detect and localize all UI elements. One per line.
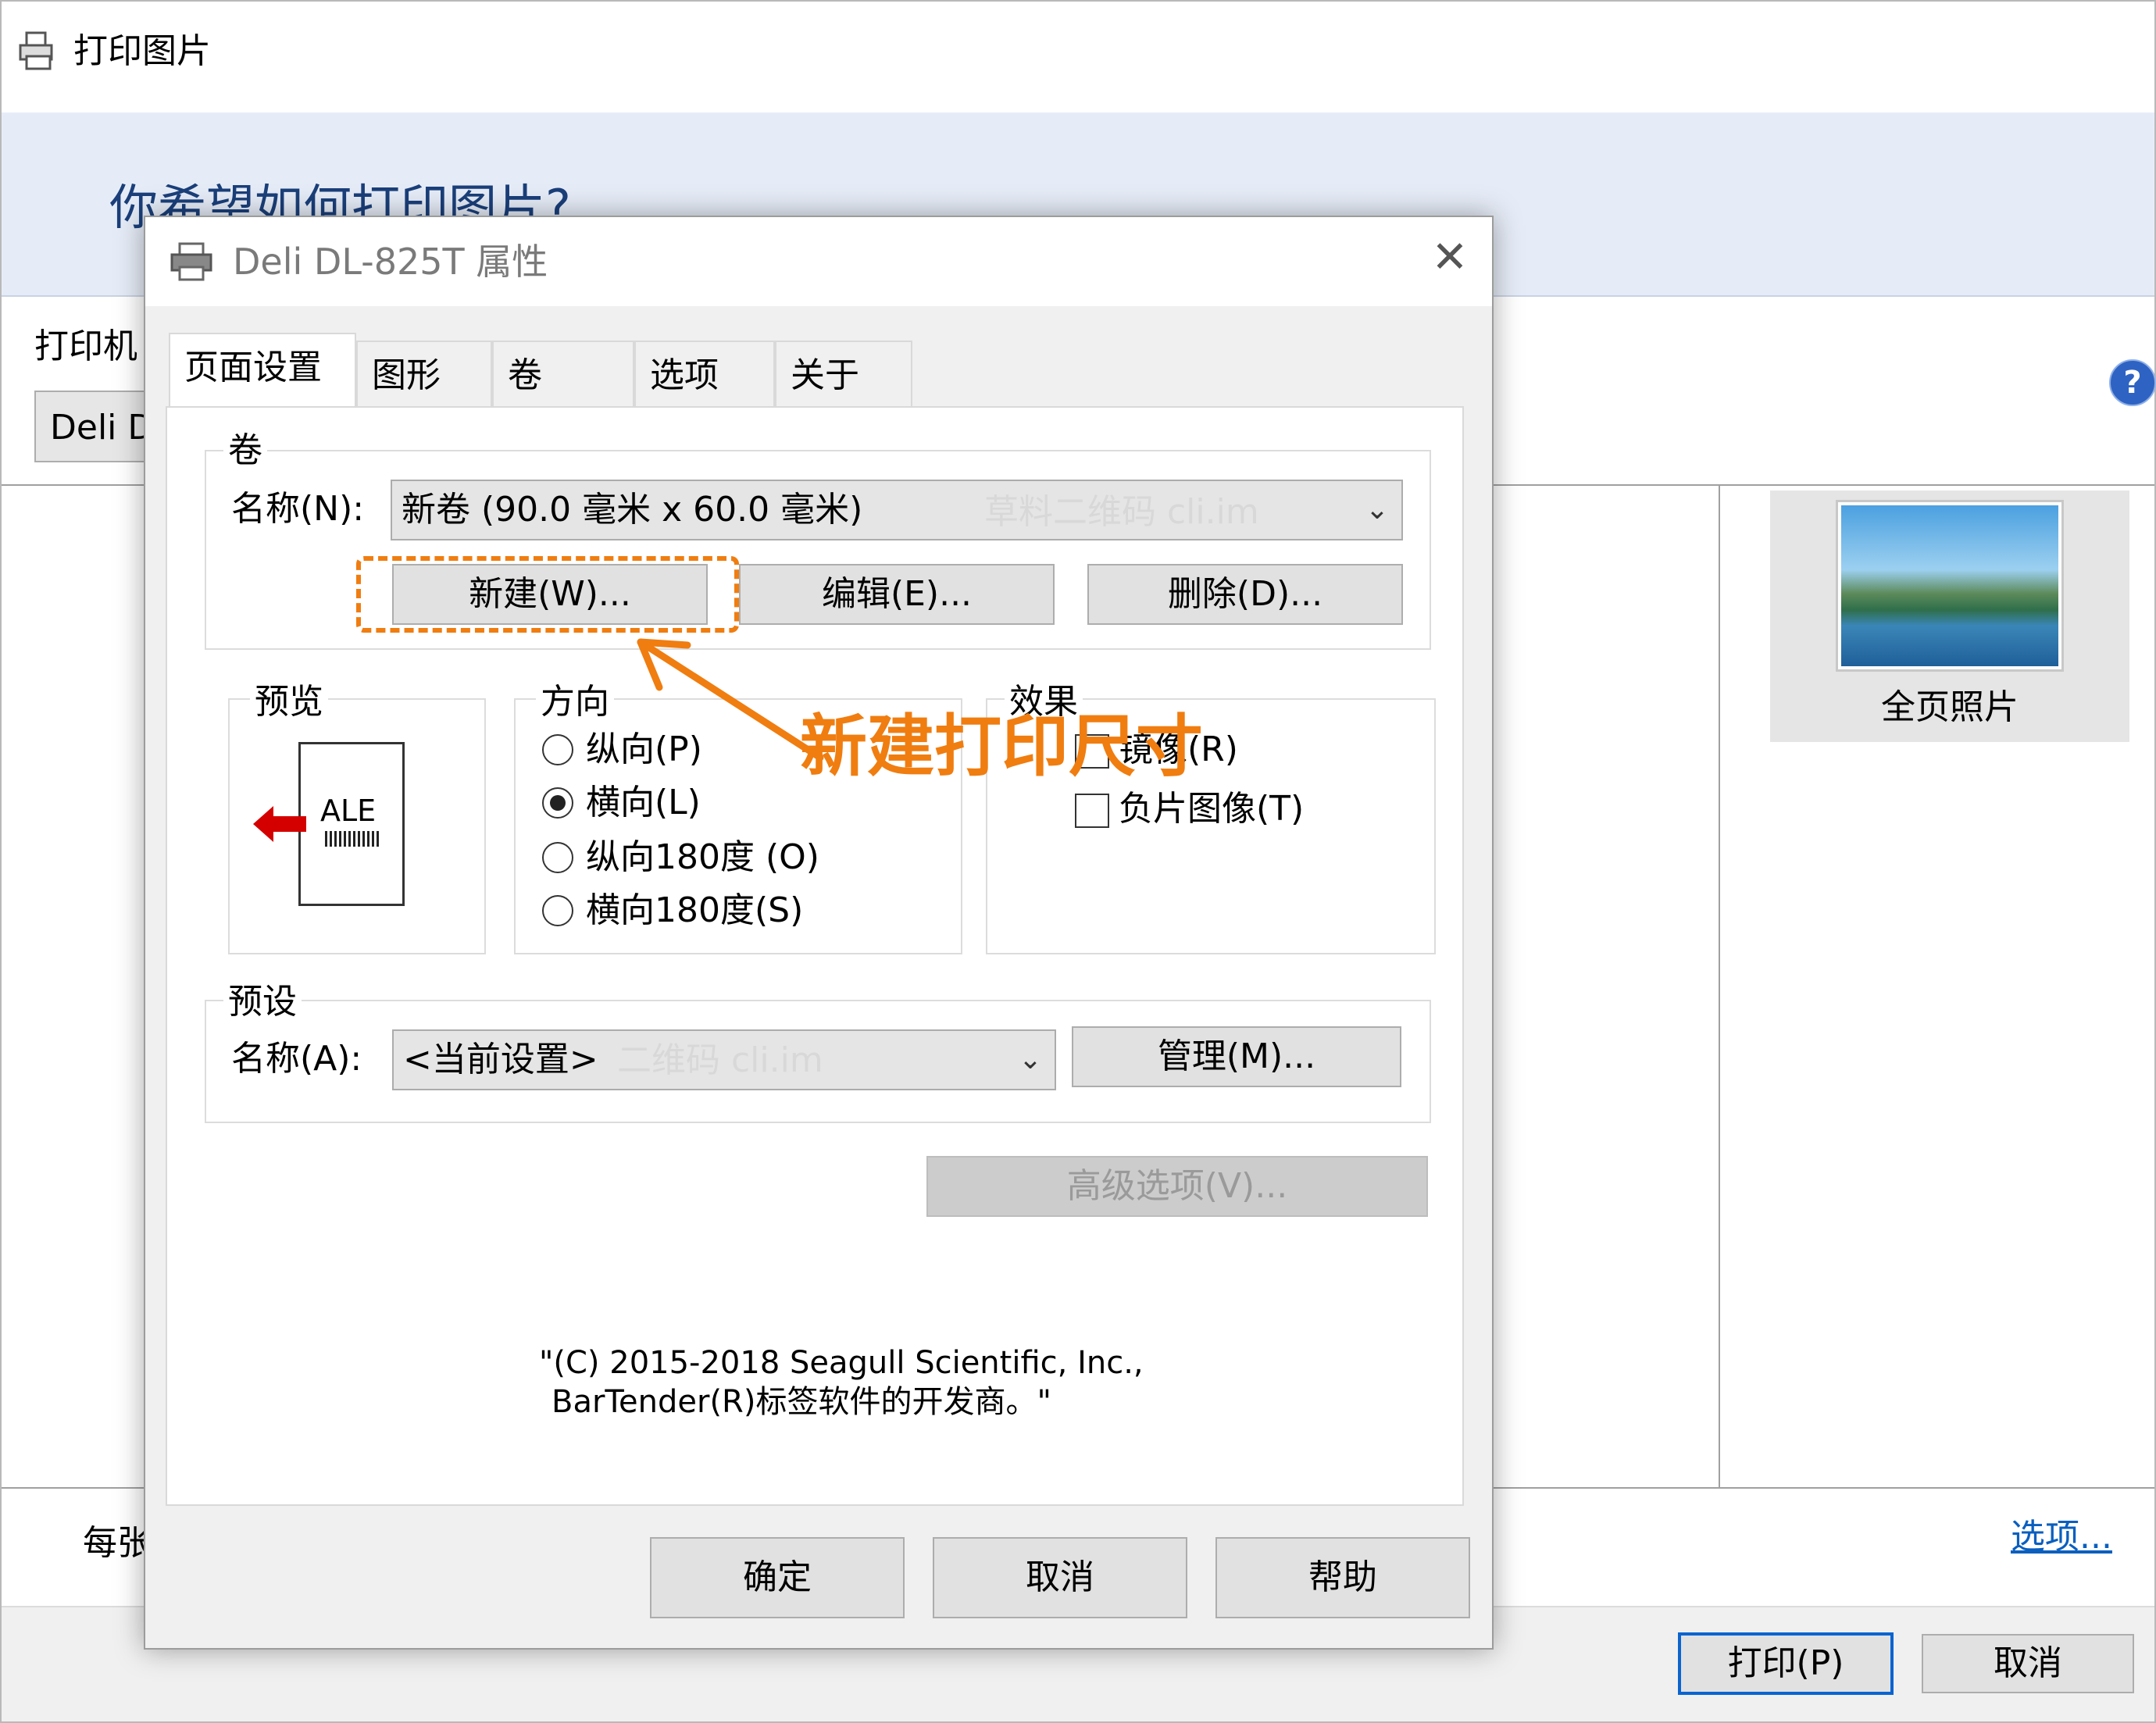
per-page-label: 每张 [83, 1523, 152, 1563]
watermark: 二维码 cli.im [617, 1040, 823, 1080]
tab-graphics[interactable]: 图形 [356, 341, 492, 411]
window-title: 打印图片 [73, 31, 211, 71]
advanced-options-button[interactable]: 高级选项(V)... [926, 1156, 1428, 1217]
orientation-landscape-180-label[interactable]: 横向180度(S) [586, 889, 803, 933]
delete-roll-button[interactable]: 删除(D)... [1087, 564, 1403, 625]
preview-group-title: 预览 [250, 681, 328, 723]
help-icon[interactable]: ? [2109, 359, 2156, 406]
negative-image-label[interactable]: 负片图像(T) [1119, 787, 1304, 831]
tab-roll[interactable]: 卷 [492, 341, 634, 411]
feed-direction-arrow-icon [253, 806, 306, 842]
ok-button[interactable]: 确定 [650, 1537, 905, 1618]
orientation-landscape-180-radio[interactable] [542, 895, 573, 926]
orientation-group-title: 方向 [536, 681, 614, 723]
preset-name-label: 名称(A): [231, 1039, 362, 1079]
manage-presets-button[interactable]: 管理(M)... [1072, 1026, 1401, 1087]
negative-image-checkbox[interactable] [1075, 794, 1109, 828]
printer-label: 打印机 [34, 326, 137, 366]
help-button[interactable]: 帮助 [1215, 1537, 1470, 1618]
preset-name-value: <当前设置> [403, 1040, 598, 1079]
orientation-portrait-radio[interactable] [542, 734, 573, 765]
divider [1719, 484, 1720, 1489]
printer-icon [19, 31, 53, 70]
annotation-arrow-icon [637, 638, 824, 762]
printer-icon [170, 242, 212, 281]
cancel-button[interactable]: 取消 [933, 1537, 1187, 1618]
chevron-down-icon: ⌄ [1365, 494, 1389, 526]
window-cancel-button[interactable]: 取消 [1922, 1634, 2134, 1693]
options-link[interactable]: 选项... [2011, 1515, 2112, 1559]
roll-name-value: 新卷 (90.0 毫米 x 60.0 毫米) [402, 490, 863, 530]
layout-option-label: 全页照片 [1881, 687, 2019, 727]
print-button[interactable]: 打印(P) [1678, 1632, 1894, 1695]
barcode-icon [325, 831, 380, 847]
label-preview-text: ALE [320, 794, 377, 828]
landscape-thumbnail [1836, 500, 2064, 672]
chevron-down-icon: ⌄ [1018, 1043, 1042, 1076]
orientation-portrait-180-label[interactable]: 纵向180度 (O) [586, 836, 819, 879]
annotation-label: 新建打印尺寸 [800, 708, 1203, 786]
roll-group-title: 卷 [223, 430, 267, 472]
orientation-landscape-label[interactable]: 横向(L) [586, 781, 701, 825]
tab-page-setup[interactable]: 页面设置 [169, 333, 356, 414]
highlight-box [356, 556, 739, 633]
tab-options[interactable]: 选项 [634, 341, 775, 411]
watermark: 草料二维码 cli.im [984, 492, 1259, 532]
copyright-line-1: "(C) 2015-2018 Seagull Scientific, Inc., [539, 1345, 1144, 1381]
preset-group-title: 预设 [223, 981, 302, 1023]
edit-roll-button[interactable]: 编辑(E)... [739, 564, 1055, 625]
window-titlebar [2, 2, 2154, 112]
close-icon[interactable]: ✕ [1426, 234, 1473, 281]
roll-name-label: 名称(N): [231, 489, 365, 529]
orientation-portrait-180-radio[interactable] [542, 842, 573, 873]
orientation-landscape-radio[interactable] [542, 787, 573, 819]
copyright-line-2: BarTender(R)标签软件的开发商。" [551, 1384, 1051, 1420]
tab-about[interactable]: 关于 [775, 341, 912, 411]
dialog-title: Deli DL-825T 属性 [233, 241, 548, 283]
